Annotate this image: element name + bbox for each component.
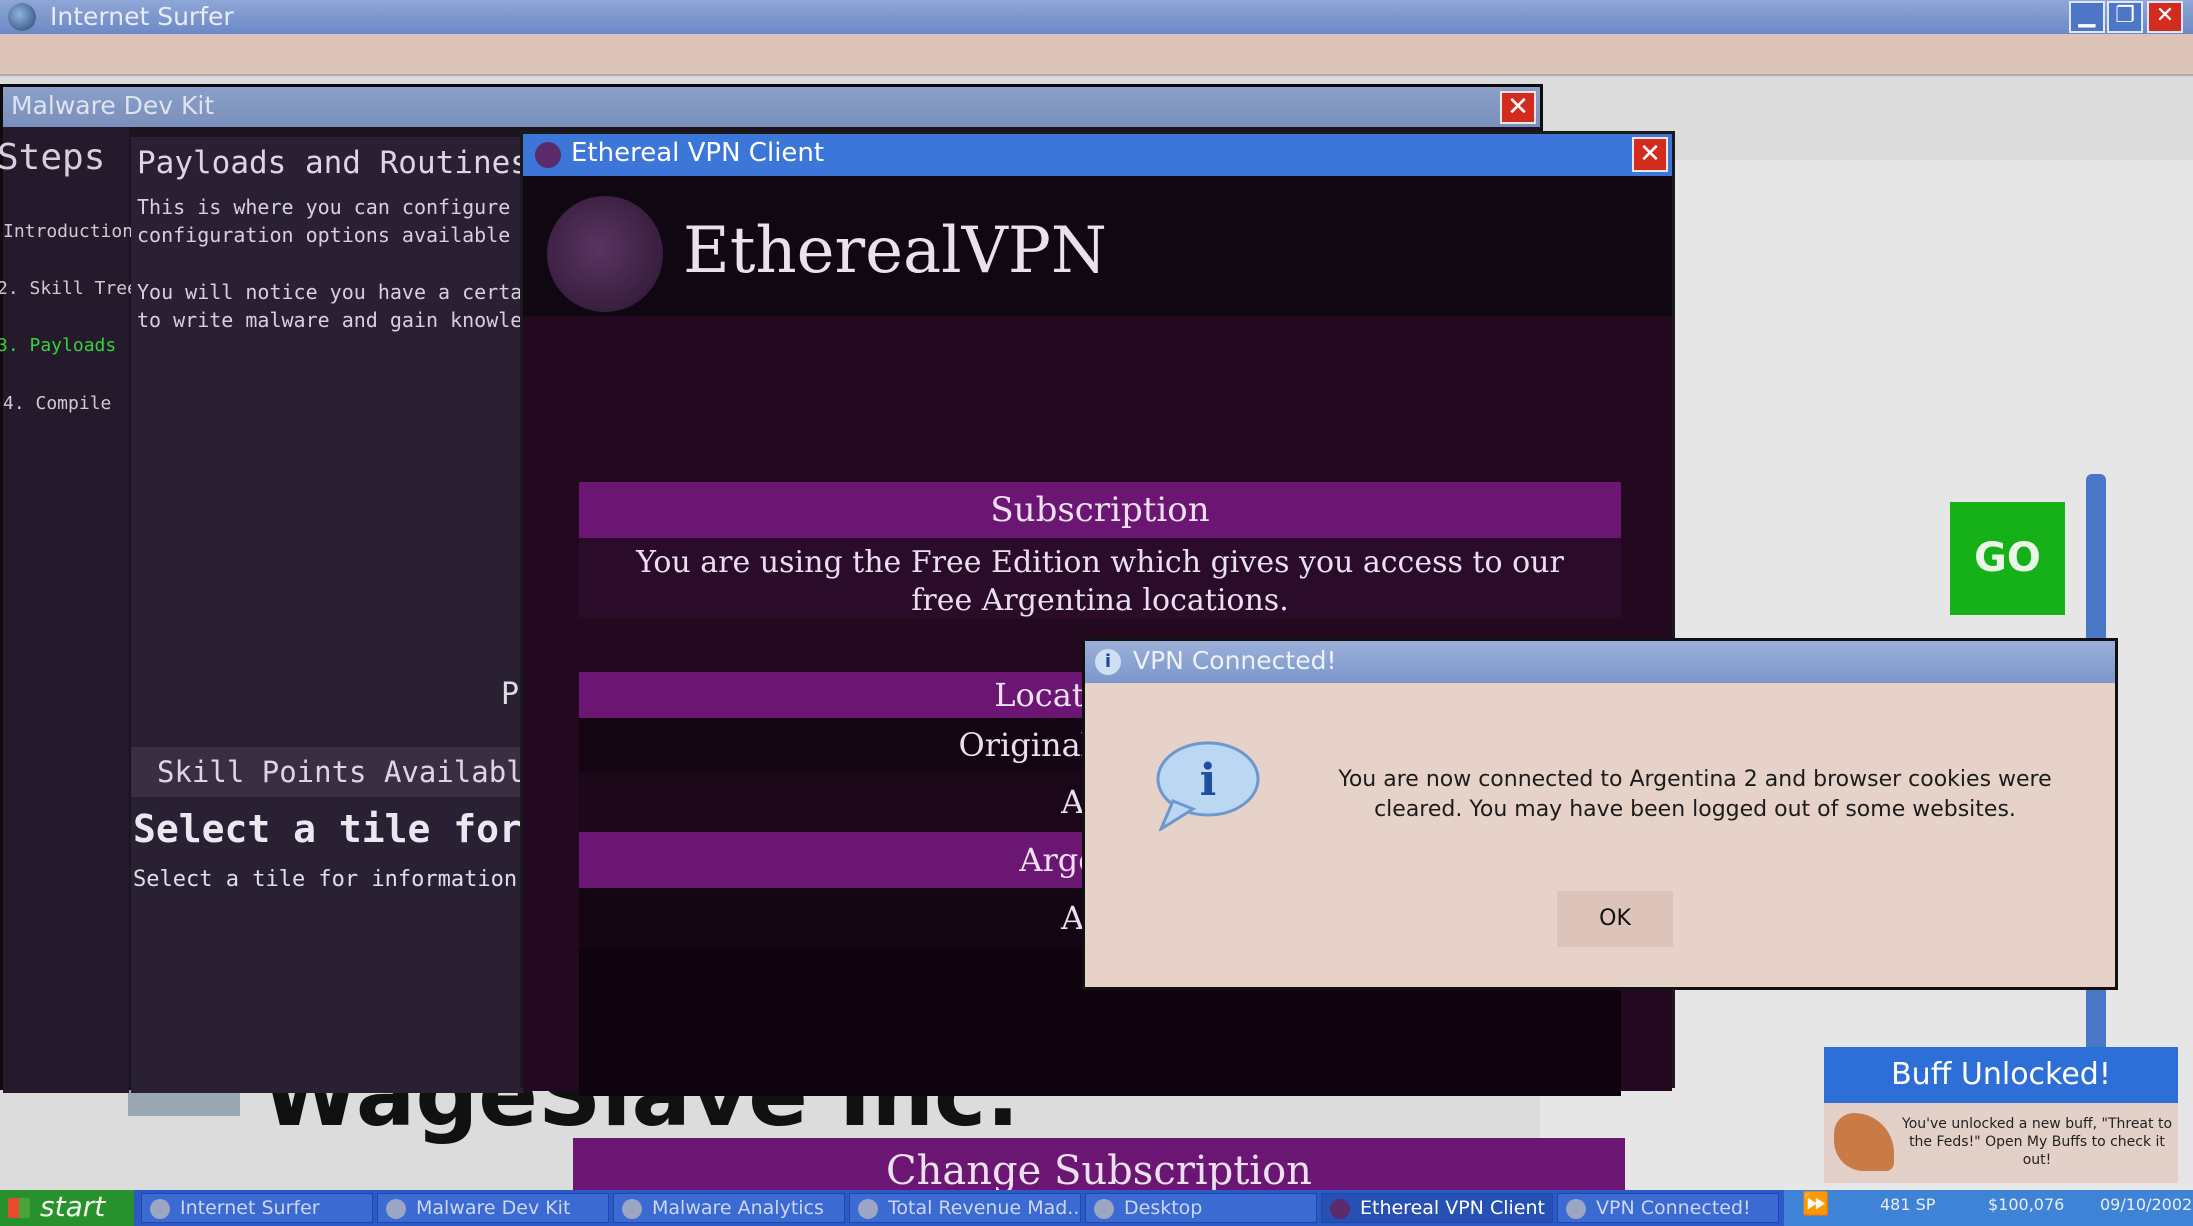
buff-unlocked-toast[interactable]: Buff Unlocked! You've unlocked a new buf…: [1824, 1047, 2178, 1183]
skill-points-display: 481 SP: [1880, 1195, 1936, 1214]
internet-surfer-title: Internet Surfer: [50, 2, 234, 31]
ok-button[interactable]: OK: [1557, 891, 1673, 947]
step-skill-tree[interactable]: 2. Skill Tree: [0, 278, 138, 299]
vpn-close-button[interactable]: ✕: [1632, 137, 1668, 172]
taskbar-item-label: VPN Connected!: [1596, 1197, 1751, 1219]
taskbar-item-ethereal-vpn[interactable]: Ethereal VPN Client: [1321, 1193, 1553, 1223]
mdk-titlebar[interactable]: Malware Dev Kit: [3, 87, 1540, 127]
mdk-main-panel: Payloads and Routines This is where you …: [131, 137, 594, 1093]
moon-icon: [535, 142, 561, 168]
vpn-brand: EtherealVPN: [683, 214, 1107, 288]
taskbar-item-label: Desktop: [1124, 1197, 1203, 1219]
go-button[interactable]: GO: [1950, 502, 2065, 615]
taskbar-item-label: Malware Analytics: [652, 1197, 824, 1219]
payloads-heading: Payloads and Routines: [137, 145, 529, 181]
taskbar-item-label: Malware Dev Kit: [416, 1197, 571, 1219]
dialog-message: You are now connected to Argentina 2 and…: [1338, 767, 2052, 822]
dialog-titlebar[interactable]: i VPN Connected!: [1085, 641, 2115, 683]
partial-label: P: [501, 677, 520, 712]
payloads-desc-line1: This is where you can configure t: [137, 195, 535, 219]
svg-text:i: i: [1200, 755, 1217, 806]
info-icon: [1566, 1199, 1586, 1219]
taskbar-item-malware-dev-kit[interactable]: Malware Dev Kit: [377, 1193, 609, 1223]
revenue-icon: [858, 1199, 878, 1219]
taskbar-item-total-revenue[interactable]: Total Revenue Mad...: [849, 1193, 1081, 1223]
start-button[interactable]: start: [0, 1190, 134, 1226]
buff-message: You've unlocked a new buff, "Threat to t…: [1902, 1116, 2173, 1168]
maximize-button[interactable]: ❐: [2107, 1, 2143, 33]
vpn-title: Ethereal VPN Client: [571, 138, 825, 168]
globe-icon: [150, 1199, 170, 1219]
close-button[interactable]: ✕: [2147, 1, 2183, 33]
vpn-logo-moon: [547, 196, 663, 312]
info-icon: i: [1095, 649, 1121, 675]
moon-icon: [1330, 1199, 1350, 1219]
taskbar-item-internet-surfer[interactable]: Internet Surfer: [141, 1193, 373, 1223]
subscription-text: You are using the Free Edition which giv…: [579, 538, 1621, 618]
taskbar-item-vpn-connected[interactable]: VPN Connected!: [1557, 1193, 1779, 1223]
payloads-desc-line2: configuration options available i: [137, 223, 535, 247]
taskbar-item-label: Ethereal VPN Client: [1360, 1197, 1545, 1219]
step-introduction[interactable]: Introduction: [3, 221, 133, 242]
subscription-header: Subscription: [579, 482, 1621, 538]
taskbar-item-label: Internet Surfer: [180, 1197, 320, 1219]
taskbar: start Internet Surfer Malware Dev Kit Ma…: [0, 1190, 2193, 1226]
steps-heading: Steps: [0, 137, 106, 178]
desktop-icon: [1094, 1199, 1114, 1219]
bug-icon: [386, 1199, 406, 1219]
address-bar-area: [0, 34, 2193, 76]
mdk-close-button[interactable]: ✕: [1500, 91, 1536, 124]
payloads-desc-line4: to write malware and gain knowle: [137, 308, 523, 332]
step-payloads[interactable]: 3. Payloads: [0, 335, 116, 356]
money-display: $100,076: [1988, 1195, 2065, 1214]
dialog-title: VPN Connected!: [1133, 646, 1337, 675]
taskbar-item-desktop[interactable]: Desktop: [1085, 1193, 1317, 1223]
internet-surfer-titlebar: Internet Surfer ▁ ❐ ✕: [0, 0, 2193, 34]
start-label: start: [40, 1190, 106, 1223]
payloads-desc-line3: You will notice you have a certai: [137, 280, 535, 304]
taskbar-item-malware-analytics[interactable]: Malware Analytics: [613, 1193, 845, 1223]
steps-sidebar: Steps Introduction 2. Skill Tree 3. Payl…: [0, 127, 138, 1093]
system-tray: ⏩ 481 SP $100,076 09/10/2002: [1784, 1190, 2193, 1226]
minimize-button[interactable]: ▁: [2069, 1, 2105, 33]
windows-flag-icon: [8, 1198, 30, 1218]
flexed-arm-icon: [1834, 1113, 1894, 1171]
vpn-connected-dialog: i VPN Connected! i You are now connected…: [1082, 638, 2118, 990]
fast-forward-icon[interactable]: ⏩: [1802, 1192, 1829, 1217]
skill-points-bar: Skill Points Available: 4: [131, 747, 594, 797]
vpn-titlebar[interactable]: Ethereal VPN Client ✕: [523, 134, 1672, 176]
analytics-icon: [622, 1199, 642, 1219]
info-bubble-icon: i: [1156, 741, 1260, 831]
date-display: 09/10/2002: [2100, 1195, 2193, 1214]
taskbar-item-label: Total Revenue Mad...: [888, 1197, 1081, 1219]
mdk-title: Malware Dev Kit: [11, 91, 215, 120]
buff-title: Buff Unlocked!: [1824, 1047, 2178, 1103]
tile-info-text: Select a tile for information.: [133, 867, 531, 892]
step-compile[interactable]: 4. Compile: [3, 393, 111, 414]
globe-icon: [8, 3, 36, 31]
